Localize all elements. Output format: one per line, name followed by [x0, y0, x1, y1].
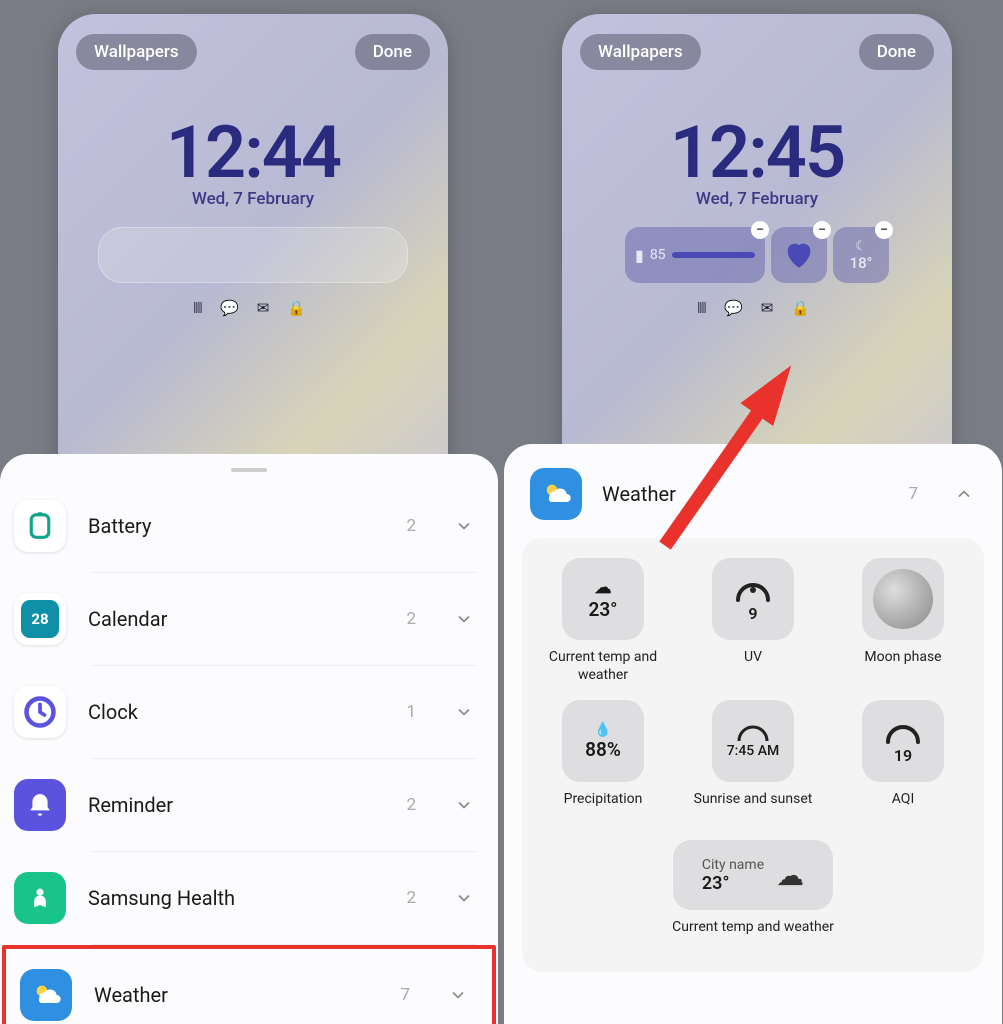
category-reminder[interactable]: Reminder 2	[0, 759, 498, 851]
widget-title: Current temp and weather	[532, 648, 674, 684]
widget-tile: 💧88%	[562, 700, 644, 782]
category-calendar[interactable]: 28 Calendar 2	[0, 573, 498, 665]
sheet-title: Weather	[602, 482, 888, 506]
category-health[interactable]: Samsung Health 2	[0, 852, 498, 944]
chevron-down-icon	[454, 795, 474, 815]
chevron-up-icon[interactable]	[954, 484, 974, 504]
category-weather[interactable]: Weather 7	[6, 949, 492, 1024]
widget-slot-empty[interactable]	[98, 227, 408, 283]
widget-tile: 7:45 AM	[712, 700, 794, 782]
category-count: 2	[406, 516, 416, 536]
done-button[interactable]: Done	[355, 34, 430, 70]
cloud-icon: ☁	[776, 859, 804, 892]
remove-widget-button[interactable]: −	[813, 221, 831, 239]
done-button[interactable]: Done	[859, 34, 934, 70]
category-count: 1	[406, 702, 416, 722]
widget-count: 7	[908, 484, 918, 504]
category-label: Battery	[88, 514, 384, 538]
weather-widgets-sheet: Weather 7 ☁23° Current temp and weather 9 U…	[504, 444, 1002, 1024]
category-count: 2	[406, 795, 416, 815]
widget-tile: City name23°☁	[673, 840, 833, 910]
remove-widget-button[interactable]: −	[751, 221, 769, 239]
category-label: Calendar	[88, 607, 384, 631]
category-label: Clock	[88, 700, 384, 724]
widget-tile	[862, 558, 944, 640]
widget-option-sun[interactable]: 7:45 AM Sunrise and sunset	[682, 700, 824, 824]
calendar-icon: 28	[14, 593, 66, 645]
widget-option-city[interactable]: City name23°☁ Current temp and weather	[532, 840, 974, 952]
widget-category-sheet: Battery228Calendar2Clock1Reminder2Samsun…	[0, 454, 498, 1024]
lock-widget-battery[interactable]: − ▮ 85	[625, 227, 765, 283]
chevron-down-icon	[448, 985, 468, 1005]
category-label: Weather	[94, 983, 378, 1007]
clock-date: Wed, 7 February	[58, 189, 448, 209]
chevron-down-icon	[454, 702, 474, 722]
heart-icon	[782, 238, 816, 272]
clock-date: Wed, 7 February	[562, 189, 952, 209]
clock-icon	[14, 686, 66, 738]
widget-option-precip[interactable]: 💧88% Precipitation	[532, 700, 674, 824]
widget-title: Current temp and weather	[672, 918, 834, 952]
remove-widget-button[interactable]: −	[875, 221, 893, 239]
battery-icon	[14, 500, 66, 552]
widget-title: UV	[744, 648, 762, 682]
chevron-down-icon	[454, 888, 474, 908]
wallpapers-button[interactable]: Wallpapers	[76, 34, 197, 70]
widget-option-ctw[interactable]: ☁23° Current temp and weather	[532, 558, 674, 684]
clock-time[interactable]: 12:45	[562, 110, 952, 195]
weather-icon	[530, 468, 582, 520]
notification-icons: ꘈ 💬 ✉ 🔒	[562, 299, 952, 317]
clock-time[interactable]: 12:44	[58, 110, 448, 195]
widget-title: Moon phase	[864, 648, 941, 682]
widget-title: Sunrise and sunset	[694, 790, 813, 824]
widget-option-moon[interactable]: Moon phase	[832, 558, 974, 684]
phone-right: Wallpapers Done 12:45 Wed, 7 February − …	[504, 0, 1002, 1024]
reminder-icon	[14, 779, 66, 831]
phone-left: Wallpapers Done 12:44 Wed, 7 February ꘈ …	[0, 0, 498, 1024]
category-count: 2	[406, 888, 416, 908]
lock-widget-row: − ▮ 85 − − ☾ 18°	[562, 227, 952, 283]
category-battery[interactable]: Battery 2	[0, 480, 498, 572]
lock-widget-temperature[interactable]: − ☾ 18°	[833, 227, 889, 283]
widget-title: Precipitation	[564, 790, 643, 824]
widget-tile: ☁23°	[562, 558, 644, 640]
category-label: Samsung Health	[88, 886, 384, 910]
widget-title: AQI	[892, 790, 915, 824]
weather-icon	[20, 969, 72, 1021]
widget-tile: 9	[712, 558, 794, 640]
health-icon	[14, 872, 66, 924]
category-label: Reminder	[88, 793, 384, 817]
widget-option-aqi[interactable]: 19 AQI	[832, 700, 974, 824]
moon-icon: ☾	[855, 239, 867, 254]
chevron-down-icon	[454, 609, 474, 629]
category-clock[interactable]: Clock 1	[0, 666, 498, 758]
widget-option-uv[interactable]: 9 UV	[682, 558, 824, 684]
wallpapers-button[interactable]: Wallpapers	[580, 34, 701, 70]
category-count: 7	[400, 985, 410, 1005]
notification-icons: ꘈ 💬 ✉ 🔒	[58, 299, 448, 317]
lock-widget-heart[interactable]: −	[771, 227, 827, 283]
sheet-grabber[interactable]	[231, 468, 267, 472]
category-count: 2	[406, 609, 416, 629]
chevron-down-icon	[454, 516, 474, 536]
widget-tile: 19	[862, 700, 944, 782]
